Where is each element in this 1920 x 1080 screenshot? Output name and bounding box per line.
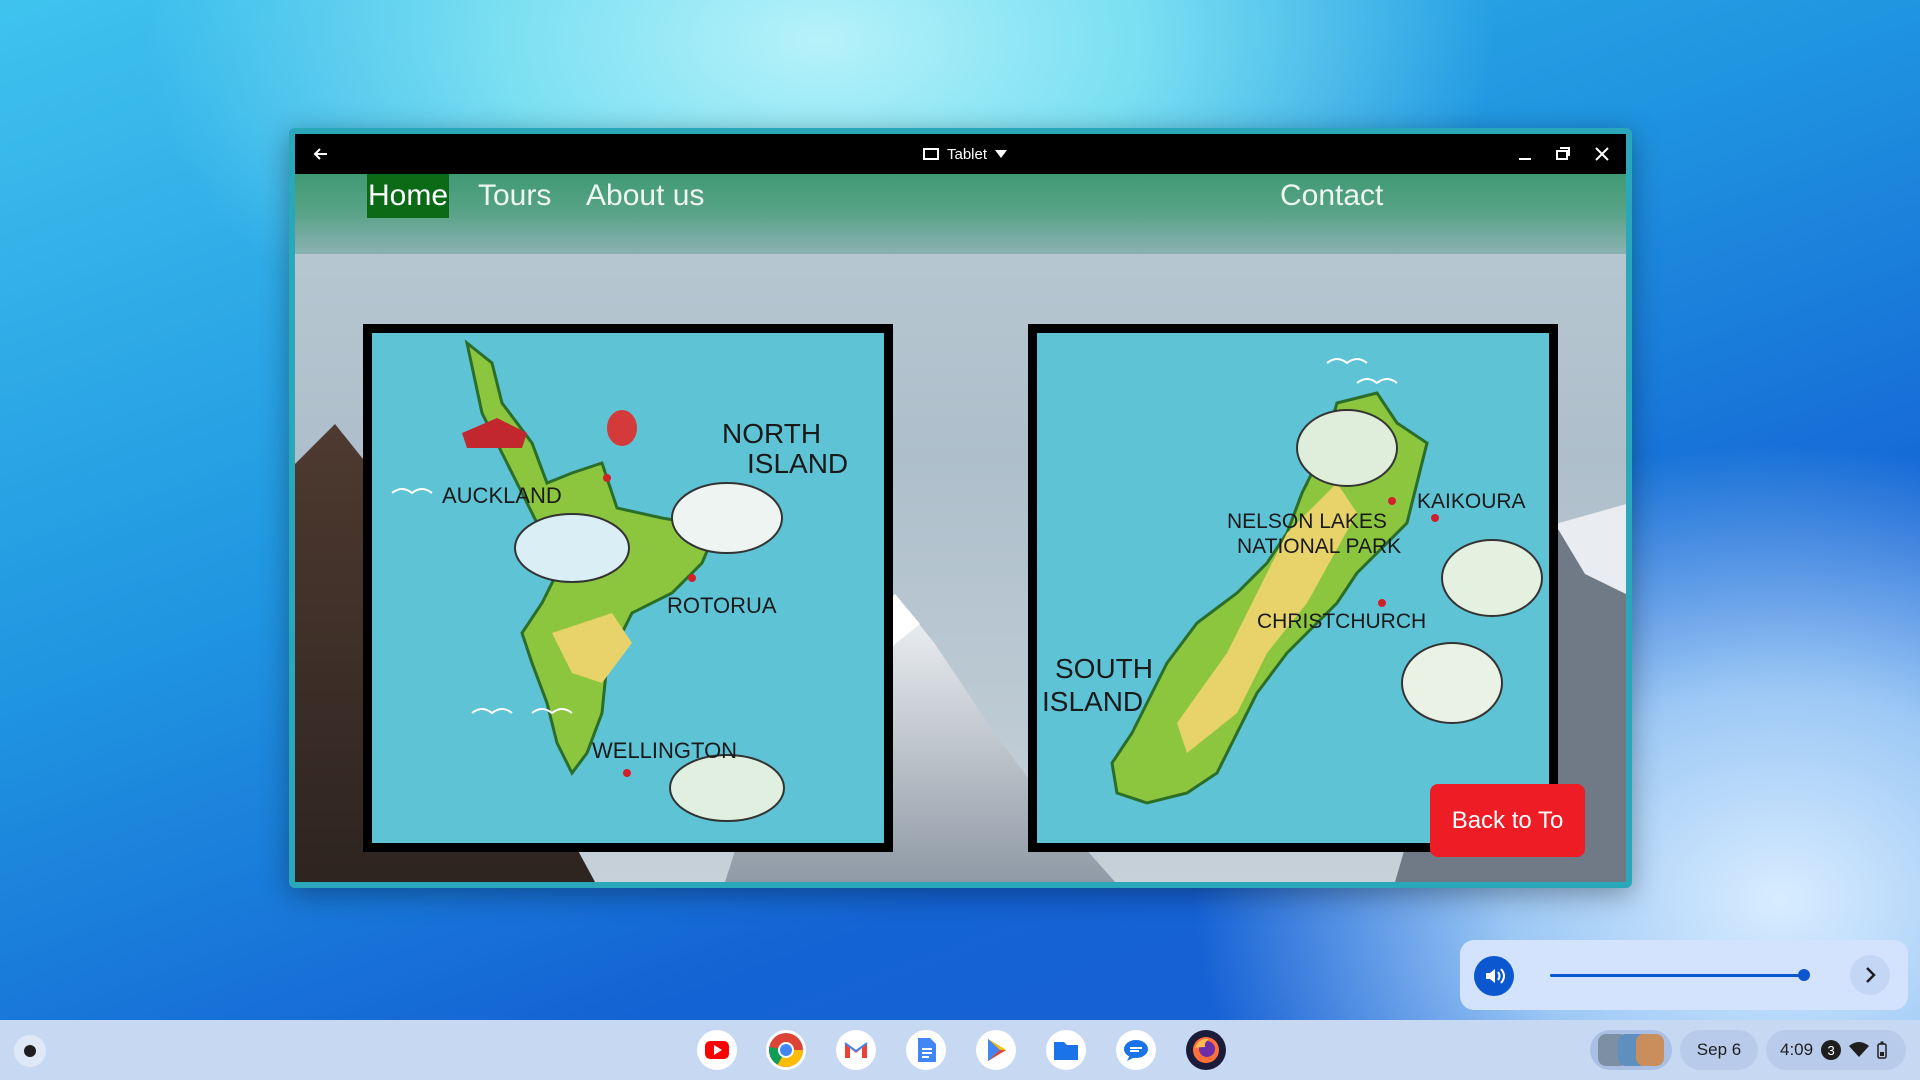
label-kaikoura: KAIKOURA [1417, 490, 1526, 513]
site-nav: Home Tours About us Contact [295, 174, 1626, 254]
volume-icon[interactable] [1474, 956, 1514, 996]
label-wellington: WELLINGTON [592, 738, 737, 763]
chrome-icon[interactable] [766, 1030, 806, 1070]
minimize-icon[interactable] [1515, 144, 1535, 164]
tablet-mode-icon [923, 148, 939, 160]
docs-icon[interactable] [906, 1030, 946, 1070]
nav-tours[interactable]: Tours [478, 174, 551, 218]
clock: 4:09 [1780, 1040, 1814, 1059]
back-to-top-button[interactable]: Back to To [1430, 784, 1585, 857]
status-tray[interactable]: 4:09 3 [1766, 1030, 1906, 1070]
south-island-title-2: ISLAND [1042, 686, 1143, 717]
dropdown-arrow-icon [995, 150, 1008, 158]
launcher-button[interactable] [14, 1035, 46, 1067]
notification-count-badge: 3 [1821, 1040, 1842, 1060]
nav-about[interactable]: About us [586, 174, 704, 218]
nav-home[interactable]: Home [367, 174, 450, 218]
messages-icon[interactable] [1116, 1030, 1156, 1070]
volume-slider[interactable] [1550, 974, 1804, 977]
app-window: Tablet Home Tours About us Contact NORTH… [289, 128, 1632, 888]
south-island-map: NELSON LAKES NATIONAL PARK KAIKOURA CHRI… [1028, 324, 1558, 852]
north-island-map: NORTH ISLAND AUCKLAND ROTORUA WELLINGTON [363, 324, 893, 852]
nav-contact[interactable]: Contact [1280, 174, 1383, 218]
chevron-right-icon[interactable] [1850, 955, 1890, 995]
battery-icon [1877, 1041, 1887, 1059]
files-icon[interactable] [1046, 1030, 1086, 1070]
phone-hub-avatars[interactable] [1590, 1030, 1672, 1070]
label-auckland: AUCKLAND [442, 483, 562, 508]
play-store-icon[interactable] [976, 1030, 1016, 1070]
label-nelson-lakes: NELSON LAKES [1227, 510, 1387, 533]
north-island-title-2: ISLAND [747, 448, 848, 479]
date-tray[interactable]: Sep 6 [1680, 1030, 1758, 1070]
restore-icon[interactable] [1553, 144, 1573, 164]
window-titlebar: Tablet [295, 134, 1626, 174]
label-christchurch: CHRISTCHURCH [1257, 610, 1426, 633]
volume-popup [1460, 940, 1908, 1010]
north-island-illustration: NORTH ISLAND AUCKLAND ROTORUA WELLINGTON [391, 339, 848, 822]
window-mode-menu[interactable]: Tablet [923, 144, 1008, 164]
firefox-icon[interactable] [1186, 1030, 1226, 1070]
volume-slider-thumb[interactable] [1797, 969, 1810, 981]
north-island-title-1: NORTH [722, 418, 821, 449]
back-arrow-icon[interactable] [311, 144, 331, 164]
wifi-icon [1849, 1042, 1870, 1057]
label-rotorua: ROTORUA [667, 593, 777, 618]
south-island-title-1: SOUTH [1055, 653, 1153, 684]
label-national-park: NATIONAL PARK [1237, 535, 1401, 558]
web-content: Home Tours About us Contact NORTH ISLAND… [295, 174, 1626, 882]
window-mode-label: Tablet [947, 145, 988, 163]
south-island-illustration: NELSON LAKES NATIONAL PARK KAIKOURA CHRI… [1042, 358, 1543, 805]
gmail-icon[interactable] [836, 1030, 876, 1070]
youtube-icon[interactable] [697, 1030, 737, 1070]
close-icon[interactable] [1592, 144, 1612, 164]
shelf: Sep 6 4:09 3 [0, 1020, 1920, 1080]
